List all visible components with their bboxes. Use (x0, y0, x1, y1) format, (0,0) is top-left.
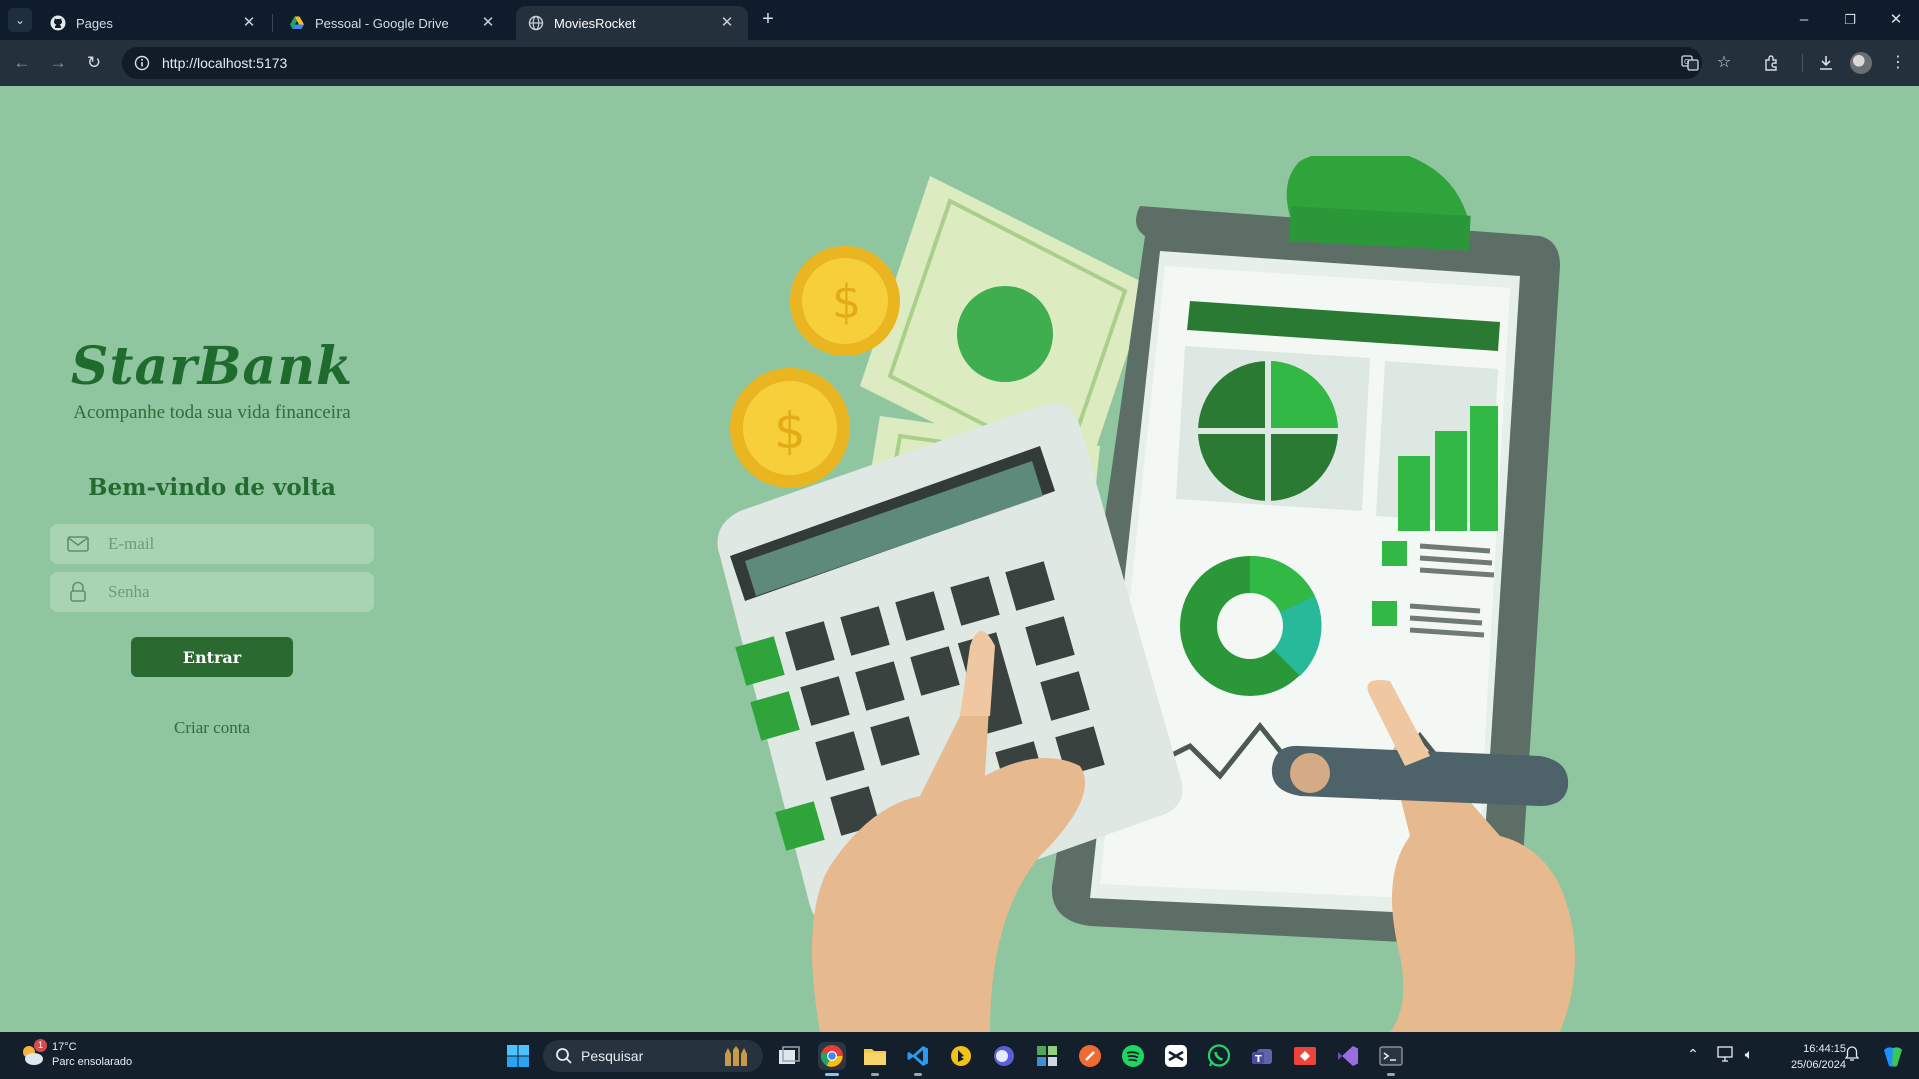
tab-search-button[interactable]: ⌄ (8, 8, 32, 32)
mail-icon (66, 532, 90, 556)
minimize-icon[interactable]: – (1792, 8, 1816, 32)
login-page: StarBank Acompanhe toda sua vida finance… (0, 86, 1919, 1032)
more-menu-icon[interactable]: ⋮ (1886, 51, 1910, 75)
globe-icon (528, 15, 544, 31)
downloads-icon[interactable] (1814, 51, 1838, 75)
search-placeholder: Pesquisar (581, 1048, 644, 1064)
starbank-logo: StarBank (70, 336, 354, 397)
windows-start-icon[interactable] (504, 1042, 532, 1070)
tab-title: Pessoal - Google Drive (315, 15, 449, 31)
teams-icon[interactable]: T (1248, 1042, 1276, 1070)
postman-icon[interactable] (1076, 1042, 1104, 1070)
clock-date: 25/06/2024 (1790, 1059, 1846, 1071)
anydesk-icon[interactable] (1291, 1042, 1319, 1070)
email-field[interactable] (50, 524, 374, 564)
bookmark-star-icon[interactable]: ☆ (1712, 51, 1736, 75)
close-icon[interactable]: ✕ (479, 14, 497, 32)
volume-icon[interactable]: 🔈︎ (1739, 1046, 1759, 1063)
windows-taskbar: 1 17°C Parc ensolarado Pesquisar T ⌃ 🔈︎ … (0, 1032, 1919, 1079)
chrome-taskbar-icon[interactable] (818, 1042, 846, 1076)
welcome-heading: Bem-vindo de volta (88, 474, 336, 501)
site-info-icon[interactable] (132, 53, 152, 73)
notifications-icon[interactable] (1842, 1046, 1862, 1065)
tab-title: Pages (76, 15, 113, 31)
lock-icon (66, 580, 90, 604)
browser-toolbar: ← → ↻ http://localhost:5173 G ☆ ⋮ (0, 40, 1919, 86)
translate-icon[interactable]: G (1678, 51, 1702, 75)
svg-text:$: $ (832, 275, 861, 329)
tab-pages[interactable]: Pages ✕ (38, 6, 270, 40)
weather-sun-cloud-icon: 1 (18, 1039, 47, 1069)
weather-temperature: 17°C (52, 1041, 77, 1053)
weather-badge: 1 (34, 1039, 47, 1052)
weather-widget[interactable]: 1 17°C Parc ensolarado (18, 1039, 132, 1070)
search-icon (556, 1048, 572, 1064)
extensions-icon[interactable] (1760, 51, 1784, 75)
profile-avatar[interactable] (1850, 52, 1872, 74)
create-account-link[interactable]: Criar conta (50, 718, 374, 738)
bing-icon[interactable] (947, 1042, 975, 1070)
toolbar-divider (1802, 54, 1803, 72)
password-field[interactable] (50, 572, 374, 612)
tab-google-drive[interactable]: Pessoal - Google Drive ✕ (277, 6, 509, 40)
url-text: http://localhost:5173 (162, 55, 288, 71)
show-hidden-icons-chevron-icon[interactable]: ⌃ (1683, 1046, 1703, 1063)
tab-moviesrocket[interactable]: MoviesRocket ✕ (516, 6, 748, 40)
task-view-icon[interactable] (775, 1042, 803, 1070)
browser-app-icon[interactable] (990, 1042, 1018, 1070)
weather-description: Parc ensolarado (52, 1056, 133, 1068)
clock-time: 16:44:15 (1803, 1043, 1846, 1055)
vscode-icon[interactable] (904, 1042, 932, 1076)
back-icon[interactable]: ← (10, 51, 34, 75)
address-bar[interactable]: http://localhost:5173 (122, 47, 1702, 79)
spotify-icon[interactable] (1119, 1042, 1147, 1070)
new-tab-button[interactable]: + (756, 8, 780, 32)
finance-illustration: $ $ (717, 156, 1575, 1032)
tab-divider (272, 14, 273, 32)
svg-text:T: T (1255, 1054, 1262, 1065)
close-window-icon[interactable]: ✕ (1884, 8, 1908, 32)
close-icon[interactable]: ✕ (718, 14, 736, 32)
login-button[interactable]: Entrar (131, 637, 293, 677)
tab-title: MoviesRocket (554, 15, 636, 31)
reload-icon[interactable]: ↻ (82, 51, 106, 75)
whatsapp-icon[interactable] (1205, 1042, 1233, 1070)
svg-text:$: $ (774, 402, 806, 460)
search-highlight-icon (723, 1046, 751, 1066)
network-icon[interactable] (1716, 1046, 1736, 1065)
close-icon[interactable]: ✕ (240, 14, 258, 32)
browser-tab-bar: ⌄ Pages ✕ Pessoal - Google Drive ✕ Movie… (0, 0, 1919, 40)
taskbar-clock[interactable]: 16:44:15 25/06/2024 (1766, 1041, 1846, 1073)
google-drive-icon (289, 15, 305, 31)
tagline: Acompanhe toda sua vida financeira (73, 402, 351, 423)
password-input[interactable] (108, 582, 358, 602)
github-icon (50, 15, 66, 31)
calculator-app-icon[interactable] (1033, 1042, 1061, 1070)
file-explorer-icon[interactable] (861, 1042, 889, 1076)
visual-studio-icon[interactable] (1334, 1042, 1362, 1070)
copilot-icon[interactable] (1878, 1046, 1908, 1071)
weather-text: 17°C Parc ensolarado (52, 1040, 132, 1070)
capcut-icon[interactable] (1162, 1042, 1190, 1070)
restore-icon[interactable]: ❐ (1838, 8, 1862, 32)
svg-text:G: G (1684, 58, 1689, 66)
forward-icon[interactable]: → (46, 51, 70, 75)
taskbar-search[interactable]: Pesquisar (543, 1040, 763, 1072)
terminal-icon[interactable] (1377, 1042, 1405, 1076)
email-input[interactable] (108, 534, 358, 554)
